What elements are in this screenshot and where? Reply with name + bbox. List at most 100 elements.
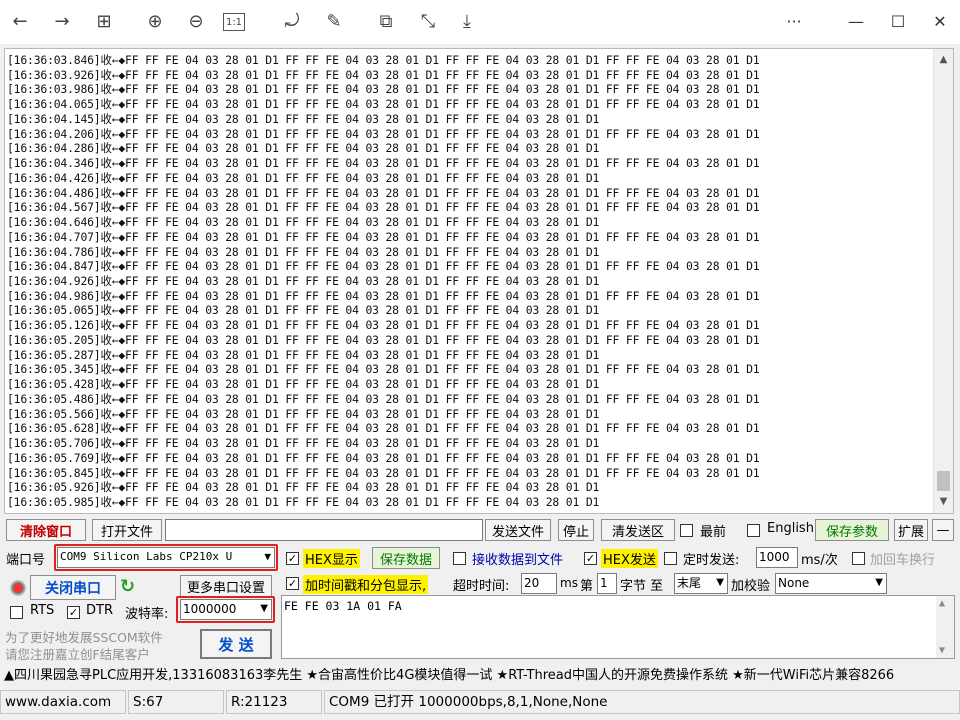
hex-send-checkbox[interactable]: ✓ [584,552,597,565]
topmost-checkbox[interactable] [680,524,693,537]
timed-send-checkbox[interactable] [664,552,677,565]
zoom-out-icon[interactable]: ⊖ [181,6,211,36]
received-count: R:21123 [226,690,322,714]
file-path-field[interactable] [165,519,483,541]
clear-window-button[interactable]: 清除窗口 [6,519,86,541]
hex-display-checkbox[interactable]: ✓ [286,552,299,565]
save-data-button[interactable]: 保存数据 [372,547,440,569]
timeout-label: 超时时间: [453,579,510,594]
save-params-button[interactable]: 保存参数 [815,519,889,541]
receive-line: [16:36:05.428]收←◆FF FF FE 04 03 28 01 D1… [7,377,600,392]
status-bar: www.daxia.com S:67 R:21123 COM9 已打开 1000… [0,690,960,716]
timeout-unit-label: ms [560,576,578,590]
receive-line: [16:36:04.707]收←◆FF FF FE 04 03 28 01 D1… [7,229,760,244]
hex-send-label: HEX发送 [601,549,658,568]
receive-line: [16:36:05.065]收←◆FF FF FE 04 03 28 01 D1… [7,303,600,318]
receive-line: [16:36:05.926]收←◆FF FF FE 04 03 28 01 D1… [7,480,600,495]
receive-line: [16:36:04.346]收←◆FF FF FE 04 03 28 01 D1… [7,156,760,171]
collapse-button[interactable]: — [932,519,954,541]
actual-size-icon[interactable]: 1:1 [223,13,245,31]
receive-line: [16:36:04.286]收←◆FF FF FE 04 03 28 01 D1… [7,141,600,156]
receive-line: [16:36:05.845]收←◆FF FF FE 04 03 28 01 D1… [7,465,760,480]
minimize-button[interactable]: — [838,6,874,36]
close-button[interactable]: ✕ [922,6,958,36]
receive-line: [16:36:05.566]收←◆FF FF FE 04 03 28 01 D1… [7,406,600,421]
port-highlight [54,544,278,571]
promo-line-2[interactable]: 请您注册嘉立创F结尾客户 [5,644,150,663]
scroll-up-arrow[interactable]: ▲ [939,598,945,609]
send-scrollbar[interactable]: ▲ ▼ [936,596,954,658]
dtr-checkbox[interactable]: ✓ [67,606,80,619]
timed-send-label: 定时发送: [683,553,740,568]
receive-line: [16:36:03.846]收←◆FF FF FE 04 03 28 01 D1… [7,53,760,67]
add-crlf-checkbox[interactable] [852,552,865,565]
share-icon[interactable]: ⧉ [371,6,401,36]
receive-line: [16:36:05.486]收←◆FF FF FE 04 03 28 01 D1… [7,391,760,406]
receive-line: [16:36:05.628]收←◆FF FF FE 04 03 28 01 D1… [7,421,760,436]
receive-line: [16:36:05.985]收←◆FF FF FE 04 03 28 01 D1… [7,495,600,510]
receive-line: [16:36:04.486]收←◆FF FF FE 04 03 28 01 D1… [7,185,760,200]
timeout-input[interactable]: 20 [521,573,557,594]
ticker-text[interactable]: ▲四川果园急寻PLC应用开发,13316083163李先生 ★合宙高性价比4G模… [0,668,894,683]
send-button[interactable]: 发 送 [200,629,272,659]
vertical-scrollbar[interactable]: ▲ ▼ [933,49,953,513]
receive-line: [16:36:04.786]收←◆FF FF FE 04 03 28 01 D1… [7,244,600,259]
timestamp-label: 加时间戳和分包显示, [303,575,429,594]
clear-send-area-button[interactable]: 清发送区 [601,519,675,541]
rotate-icon[interactable]: ⤾ [277,6,307,36]
website-link[interactable]: www.daxia.com [0,690,126,714]
receive-line: [16:36:04.426]收←◆FF FF FE 04 03 28 01 D1… [7,170,600,185]
end-value: 末尾 [677,576,702,590]
receive-line: [16:36:04.847]收←◆FF FF FE 04 03 28 01 D1… [7,259,760,274]
viewer-toolbar: ← → ⊞ ⊕ ⊖ 1:1 ⤾ ✎ ⧉ ⤡ ⤓ ··· — ☐ ✕ [0,0,960,44]
recv-to-file-label[interactable]: 接收数据到文件 [472,549,563,568]
baud-highlight [176,596,275,623]
scroll-thumb[interactable] [937,471,950,491]
interval-input[interactable]: 1000 [756,547,798,568]
more-port-settings-button[interactable]: 更多串口设置 [180,575,272,597]
byte-to-label: 字节 至 [620,579,664,594]
recv-to-file-checkbox[interactable] [453,552,466,565]
checksum-value: None [778,576,810,590]
send-file-button[interactable]: 发送文件 [485,519,551,541]
chevron-down-icon: ▼ [875,577,883,588]
rts-checkbox[interactable] [10,606,23,619]
chevron-down-icon: ▼ [716,577,724,588]
zoom-in-icon[interactable]: ⊕ [140,6,170,36]
receive-line: [16:36:04.206]收←◆FF FF FE 04 03 28 01 D1… [7,126,760,141]
expand-button[interactable]: 扩展 [894,519,928,541]
maximize-button[interactable]: ☐ [880,6,916,36]
scroll-up-arrow[interactable]: ▲ [934,51,953,69]
timestamp-checkbox[interactable]: ✓ [286,577,299,590]
receive-area[interactable]: [16:36:03.846]收←◆FF FF FE 04 03 28 01 D1… [4,48,954,514]
hex-display-label: HEX显示 [303,549,360,568]
nth-input[interactable]: 1 [597,573,617,594]
scroll-down-arrow[interactable]: ▼ [939,645,945,656]
receive-line: [16:36:04.926]收←◆FF FF FE 04 03 28 01 D1… [7,274,600,289]
english-checkbox[interactable] [747,524,760,537]
receive-line: [16:36:05.345]收←◆FF FF FE 04 03 28 01 D1… [7,362,760,377]
receive-line: [16:36:04.065]收←◆FF FF FE 04 03 28 01 D1… [7,97,760,112]
receive-line: [16:36:03.986]收←◆FF FF FE 04 03 28 01 D1… [7,82,760,97]
more-options-button[interactable]: ··· [776,6,812,36]
save-icon[interactable]: ⤓ [452,6,482,36]
refresh-icon[interactable]: ↻ [120,576,135,597]
news-ticker[interactable]: ▲四川果园急寻PLC应用开发,13316083163李先生 ★合宙高性价比4G模… [0,664,960,688]
scroll-down-arrow[interactable]: ▼ [934,493,953,511]
receive-line: [16:36:05.287]收←◆FF FF FE 04 03 28 01 D1… [7,347,600,362]
edit-icon[interactable]: ✎ [319,6,349,36]
checksum-label: 加校验 [731,579,771,594]
forward-icon[interactable]: → [47,6,77,36]
checksum-select[interactable]: None ▼ [775,573,887,594]
sent-count: S:67 [128,690,224,714]
send-textarea[interactable]: FE FE 03 1A 01 FA ▲ ▼ [281,595,955,659]
open-file-button[interactable]: 打开文件 [92,519,162,541]
crop-icon[interactable]: ⤡ [413,6,443,36]
interval-unit-label: ms/次 [801,553,838,568]
stop-button[interactable]: 停止 [558,519,594,541]
close-port-button[interactable]: 关闭串口 [30,575,116,600]
grid-icon[interactable]: ⊞ [89,6,119,36]
back-icon[interactable]: ← [5,6,35,36]
port-label: 端口号 [6,553,46,568]
end-select[interactable]: 末尾 ▼ [674,573,728,594]
